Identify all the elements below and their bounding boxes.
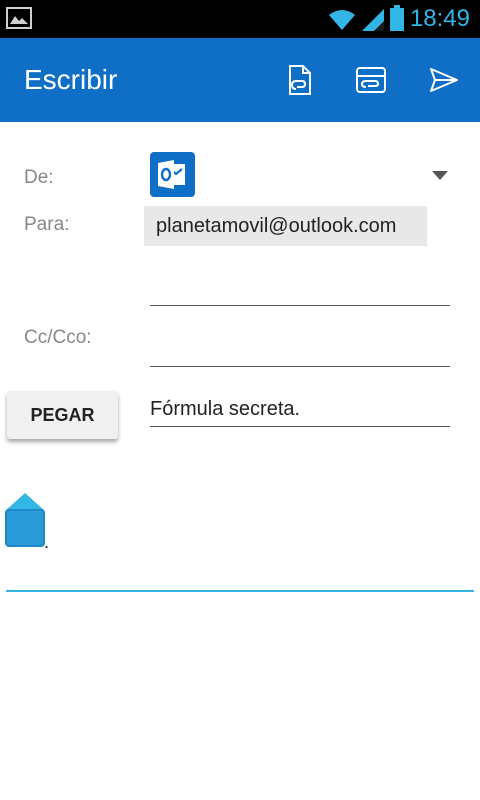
attach-document-icon (289, 65, 311, 95)
subject-underline (150, 426, 450, 427)
from-label: De: (24, 167, 54, 188)
page-title: Escribir (24, 64, 118, 95)
signal-icon (362, 9, 384, 31)
status-bar: 18:49 (0, 0, 480, 38)
attach-document-button[interactable] (280, 60, 320, 100)
text-cursor-handle-icon[interactable] (5, 493, 45, 549)
attach-photo-icon (356, 67, 386, 93)
battery-icon (390, 5, 404, 31)
cc-label: Cc/Cco: (24, 327, 92, 348)
action-bar: Escribir (0, 38, 480, 122)
wifi-icon (329, 10, 355, 30)
send-icon (430, 68, 458, 92)
message-body-text[interactable]: . (44, 532, 49, 553)
gallery-icon (6, 7, 32, 29)
send-button[interactable] (424, 60, 464, 100)
outlook-icon (158, 160, 185, 189)
paste-button[interactable]: PEGAR (7, 391, 118, 439)
cc-input-field[interactable] (150, 366, 450, 367)
status-clock: 18:49 (409, 5, 470, 32)
from-account-selector[interactable] (150, 152, 195, 197)
message-body-field[interactable] (6, 590, 474, 592)
to-input-field[interactable] (150, 305, 450, 306)
recipient-chip[interactable]: planetamovil@outlook.com (144, 206, 427, 246)
subject-field[interactable]: Fórmula secreta. (150, 398, 300, 421)
status-icons (328, 5, 404, 31)
to-label: Para: (24, 214, 70, 235)
account-dropdown-arrow-icon[interactable] (432, 171, 448, 180)
attach-photo-button[interactable] (351, 60, 391, 100)
